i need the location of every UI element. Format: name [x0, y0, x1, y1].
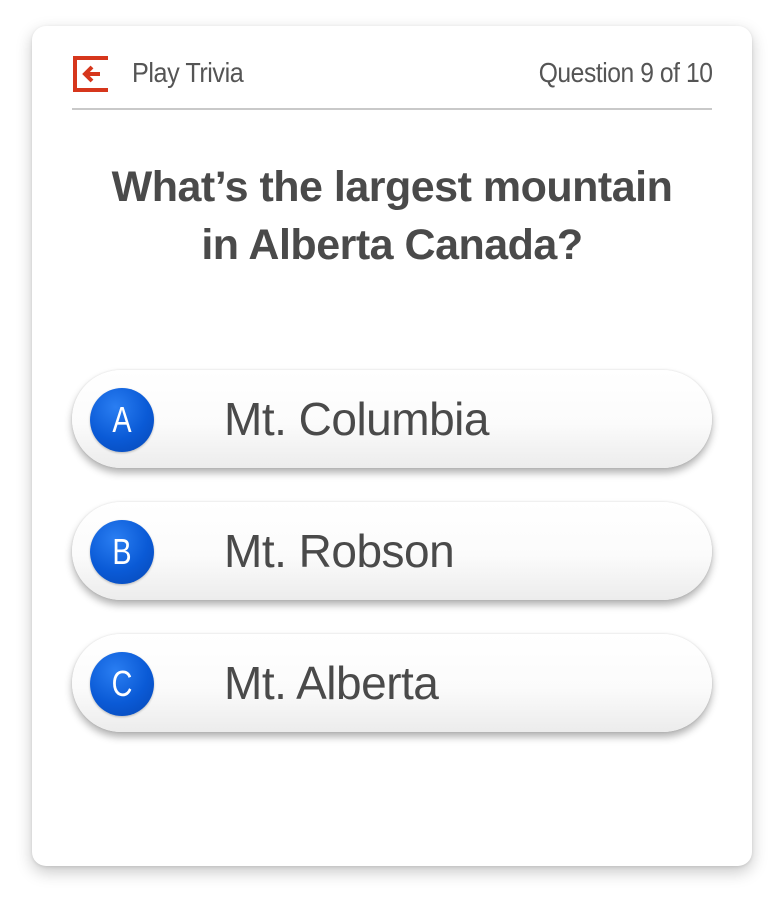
exit-button[interactable] [72, 56, 110, 92]
answer-badge-a: A [90, 388, 154, 452]
answer-badge-b: B [90, 520, 154, 584]
question-text: What’s the largest mountain in Alberta C… [72, 158, 712, 274]
answer-text-c: Mt. Alberta [224, 657, 439, 709]
exit-arrow-icon [73, 56, 108, 92]
answer-text-b: Mt. Robson [224, 525, 455, 577]
question-progress: Question 9 of 10 [538, 57, 712, 88]
question-line-2: in Alberta Canada? [201, 221, 583, 269]
answer-option-b[interactable]: B Mt. Robson [72, 502, 712, 600]
app-title: Play Trivia [132, 57, 244, 88]
answer-text-a: Mt. Columbia [224, 393, 489, 445]
trivia-card: Play Trivia Question 9 of 10 What’s the … [32, 26, 752, 866]
header: Play Trivia Question 9 of 10 [72, 54, 712, 110]
question-line-1: What’s the largest mountain [111, 163, 673, 211]
answer-badge-c: C [90, 652, 154, 716]
answer-option-c[interactable]: C Mt. Alberta [72, 634, 712, 732]
answer-option-a[interactable]: A Mt. Columbia [72, 370, 712, 468]
